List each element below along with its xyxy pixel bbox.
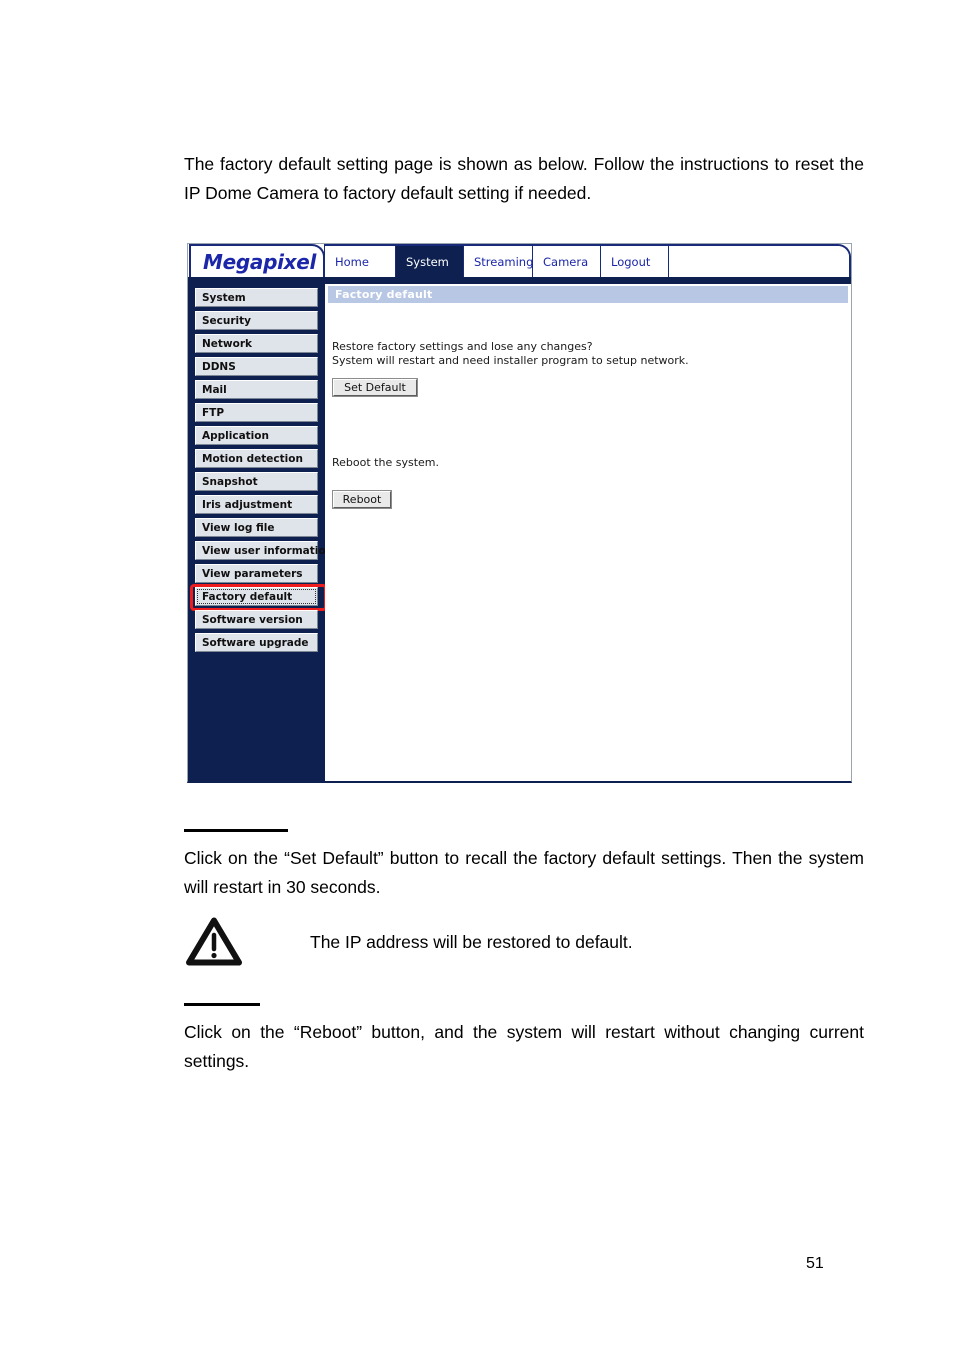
restore-warning-text: Restore factory settings and lose any ch… [332,340,689,368]
sidebar-item-label: Snapshot [202,475,258,488]
sidebar-item-iris-adjustment[interactable]: Iris adjustment [195,495,318,514]
sidebar-item-label: Security [202,314,252,327]
header-divider [188,277,851,284]
panel-body: Restore factory settings and lose any ch… [330,306,846,777]
sidebar-item-view-log-file[interactable]: View log file [195,518,318,537]
sidebar-item-label: FTP [202,406,225,419]
sidebar-item-mail[interactable]: Mail [195,380,318,399]
sidebar-item-label: Iris adjustment [202,498,293,511]
tab-system[interactable]: System [396,246,464,277]
intro-paragraph: The factory default setting page is show… [184,154,864,203]
sidebar-item-motion-detection[interactable]: Motion detection [195,449,318,468]
megapixel-logo: Megapixel [203,250,317,274]
sidebar-item-snapshot[interactable]: Snapshot [195,472,318,491]
sidebar-item-label: Software version [202,613,303,626]
warning-triangle-icon [186,917,242,966]
tab-logout[interactable]: Logout [601,246,669,277]
tab-camera[interactable]: Camera [533,246,601,277]
logo-tab: Megapixel [189,244,325,277]
section-rule-reboot [184,1003,260,1006]
tab-streaming[interactable]: Streaming [464,246,533,277]
sidebar-item-system[interactable]: System [195,288,318,307]
warning-note: The IP address will be restored to defau… [184,917,874,973]
sidebar-item-label: Network [202,337,253,350]
ui-header: Megapixel Home System Streaming Camera L… [188,244,851,284]
content-panel: Factory default Restore factory settings… [325,284,851,781]
sidebar-item-factory-default[interactable]: Factory default [190,584,327,611]
sidebar-item-label: View log file [202,521,275,534]
sidebar-item-label: DDNS [202,360,236,373]
section-rule-set-default [184,829,288,832]
sidebar-item-label: System [202,291,246,304]
sidebar-item-view-parameters[interactable]: View parameters [195,564,318,583]
sidebar-item-label: View user information [202,544,334,557]
sidebar-item-software-upgrade[interactable]: Software upgrade [195,633,318,652]
tab-bar-filler [669,246,849,277]
warning-note-text: The IP address will be restored to defau… [310,932,633,952]
sidebar-item-label: Mail [202,383,227,396]
document-page: The factory default setting page is show… [0,0,954,1350]
sidebar-item-application[interactable]: Application [195,426,318,445]
sidebar-item-label: Software upgrade [202,636,309,649]
sidebar-item-label: Motion detection [202,452,303,465]
restore-line-2: System will restart and need installer p… [332,354,689,367]
sidebar-item-network[interactable]: Network [195,334,318,353]
sidebar-menu: System Security Network DDNS Mail FTP Ap… [190,288,333,656]
tab-home[interactable]: Home [325,246,396,277]
sidebar-item-ftp[interactable]: FTP [195,403,318,422]
sidebar-item-label: View parameters [202,567,303,580]
reboot-paragraph: Click on the “Reboot” button, and the sy… [184,1022,864,1071]
restore-line-1: Restore factory settings and lose any ch… [332,340,593,353]
sidebar-item-label: Application [202,429,269,442]
reboot-message-text: Reboot the system. [332,456,439,469]
sidebar-item-ddns[interactable]: DDNS [195,357,318,376]
camera-web-ui-screenshot: Megapixel Home System Streaming Camera L… [187,243,852,783]
sidebar-item-label: Factory default [202,590,293,603]
sidebar: System Security Network DDNS Mail FTP Ap… [188,284,333,781]
set-default-paragraph: Click on the “Set Default” button to rec… [184,848,864,897]
set-default-button[interactable]: Set Default [333,379,417,396]
sidebar-item-software-version[interactable]: Software version [195,610,318,629]
sidebar-item-view-user-information[interactable]: View user information [195,541,333,560]
main-nav-tabs: Home System Streaming Camera Logout [324,244,851,277]
page-number: 51 [806,1255,824,1272]
reboot-button[interactable]: Reboot [333,491,391,508]
sidebar-item-security[interactable]: Security [195,311,318,330]
panel-title: Factory default [328,286,848,303]
